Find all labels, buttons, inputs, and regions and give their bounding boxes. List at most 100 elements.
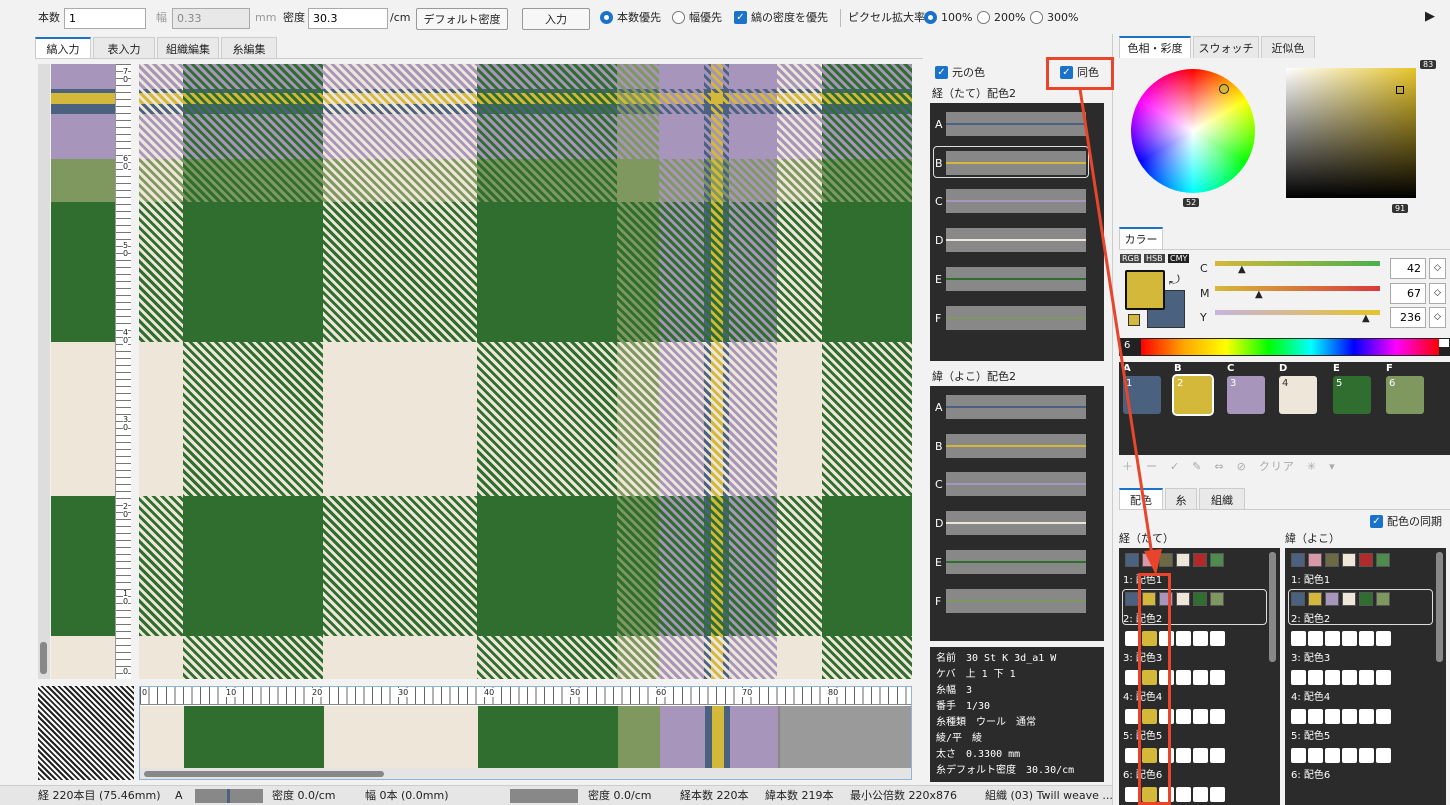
channel-c-thumb-icon[interactable]: ▲ [1238, 264, 1246, 275]
weft-scheme-6[interactable]: 6: 配色6 [1291, 766, 1330, 781]
zoom-300-radio[interactable] [1030, 11, 1043, 24]
zoom-200-radio[interactable] [977, 11, 990, 24]
horizontal-stripe-panel[interactable]: 0 10 20 30 40 50 60 70 80 [139, 686, 912, 780]
weft-letter-d: D [935, 517, 944, 530]
horizontal-scrollbar[interactable] [140, 768, 911, 779]
count-input[interactable] [64, 8, 146, 29]
mode-cmy[interactable]: CMY [1168, 254, 1190, 263]
channel-m-label: M [1200, 287, 1210, 300]
tab-similar-color[interactable]: 近似色 [1261, 36, 1315, 58]
palette-swatch-4[interactable]: 4 [1279, 376, 1317, 414]
warp-s6-c6 [1210, 748, 1225, 763]
weft-scheme-3[interactable]: 3: 配色3 [1291, 649, 1330, 664]
zoom-100-label: 100% [941, 11, 973, 24]
ruler-v-0: 0 [123, 667, 129, 676]
weft-list-scrollbar[interactable] [1436, 552, 1443, 662]
palette-swatch-5[interactable]: 5 [1333, 376, 1371, 414]
tab-stripe-input[interactable]: 縞入力 [35, 37, 91, 59]
weft-s2-c1 [1291, 592, 1305, 606]
input-button[interactable]: 入力 [522, 8, 590, 30]
channel-y-slider[interactable] [1215, 310, 1380, 315]
weft-s3-c1 [1291, 631, 1306, 646]
channel-m-stepper-icon[interactable]: ◇ [1429, 283, 1446, 304]
weft-s1-c3 [1325, 553, 1339, 567]
sb-marker[interactable] [1396, 86, 1404, 94]
channel-m-slider[interactable] [1215, 286, 1380, 291]
tab-swatch[interactable]: スウォッチ [1193, 36, 1259, 58]
sync-colors-checkbox[interactable]: ✓ [1370, 515, 1383, 528]
weft-list-title: 緯（よこ） [1285, 532, 1340, 545]
width-input[interactable] [172, 8, 250, 29]
density-input[interactable] [308, 8, 388, 29]
weft-s2-c4 [1342, 592, 1356, 606]
width-priority-label: 幅優先 [689, 11, 722, 24]
hue-marker[interactable] [1219, 84, 1229, 94]
tab-weave[interactable]: 組織 [1199, 488, 1245, 510]
weft-yarn-a[interactable] [946, 395, 1086, 419]
palette-swatch-2[interactable]: 2 [1172, 374, 1214, 416]
warp-s2-c5 [1193, 592, 1207, 606]
scroll-thumb[interactable] [40, 642, 47, 674]
default-density-button[interactable]: デフォルト密度 [416, 8, 508, 30]
ruler-h-20: 20 [312, 688, 323, 697]
warp-yarn-a[interactable] [946, 112, 1086, 136]
palette-letter-c: C [1227, 363, 1235, 374]
weft-yarn-f[interactable] [946, 589, 1086, 613]
warp-yarn-b[interactable] [946, 151, 1086, 175]
original-color-checkbox[interactable]: ✓ [935, 66, 948, 79]
count-priority-radio[interactable] [600, 11, 613, 24]
channel-m-thumb-icon[interactable]: ▲ [1255, 289, 1263, 300]
stripe-density-checkbox[interactable]: ✓ [734, 11, 747, 24]
weft-scheme-2[interactable]: 2: 配色2 [1291, 610, 1330, 625]
palette-letter-d: D [1279, 363, 1288, 374]
weft-scheme-4[interactable]: 4: 配色4 [1291, 688, 1330, 703]
expand-arrow-icon[interactable]: ▶ [1425, 10, 1435, 24]
warp-list-scrollbar[interactable] [1269, 552, 1276, 662]
saturation-brightness-square[interactable] [1286, 68, 1416, 198]
channel-y-input[interactable] [1390, 307, 1426, 328]
yarn-count: 番手 1/30 [936, 701, 991, 712]
tab-table-input[interactable]: 表入力 [93, 37, 155, 59]
weft-s4-c5 [1359, 670, 1374, 685]
weave-thumbnail[interactable] [38, 686, 134, 780]
palette-swatch-3[interactable]: 3 [1227, 376, 1265, 414]
channel-c-input[interactable] [1390, 258, 1426, 279]
warp-yarn-d[interactable] [946, 228, 1086, 252]
warp-yarn-e[interactable] [946, 267, 1086, 291]
channel-y-stepper-icon[interactable]: ◇ [1429, 307, 1446, 328]
palette-swatch-6[interactable]: 6 [1386, 376, 1424, 414]
tab-weave-edit[interactable]: 組織編集 [157, 37, 219, 59]
channel-c-stepper-icon[interactable]: ◇ [1429, 258, 1446, 279]
weft-yarn-d[interactable] [946, 511, 1086, 535]
status-warp-position: 経 220本目 (75.46mm) [38, 789, 161, 802]
warp-yarn-f[interactable] [946, 306, 1086, 330]
weft-s2-c6 [1376, 592, 1390, 606]
channel-m-input[interactable] [1390, 283, 1426, 304]
width-priority-radio[interactable] [672, 11, 685, 24]
weft-s6-c3 [1325, 748, 1340, 763]
vertical-scrollbar[interactable] [38, 64, 50, 679]
channel-y-thumb-icon[interactable]: ▲ [1362, 313, 1370, 324]
weft-s3-c2 [1308, 631, 1323, 646]
vertical-stripe-preview[interactable] [51, 64, 115, 679]
fabric-preview[interactable] [139, 64, 912, 679]
weft-letter-f: F [935, 595, 942, 608]
warp-s5-c4 [1176, 709, 1191, 724]
tab-yarn-edit[interactable]: 糸編集 [221, 37, 277, 59]
weft-yarn-c[interactable] [946, 472, 1086, 496]
warp-yarn-c[interactable] [946, 189, 1086, 213]
weft-yarn-b[interactable] [946, 434, 1086, 458]
weft-scheme-1[interactable]: 1: 配色1 [1291, 571, 1330, 586]
weft-s2-c2 [1308, 592, 1322, 606]
ruler-v-40: 4 0 [123, 328, 129, 345]
status-color-bar-2 [510, 789, 578, 803]
status-width: 幅 0本 (0.0mm) [365, 789, 449, 802]
h-scroll-thumb[interactable] [144, 771, 384, 777]
zoom-100-radio[interactable] [924, 11, 937, 24]
horizontal-stripe-preview[interactable] [140, 706, 911, 768]
tab-hue-saturation[interactable]: 色相・彩度 [1119, 36, 1191, 58]
weft-scheme-5[interactable]: 5: 配色5 [1291, 727, 1330, 742]
weft-yarn-e[interactable] [946, 550, 1086, 574]
yarn-thickness: 太さ 0.3300 mm [936, 749, 1021, 760]
swap-colors-icon[interactable]: ⤾ [1169, 273, 1180, 288]
